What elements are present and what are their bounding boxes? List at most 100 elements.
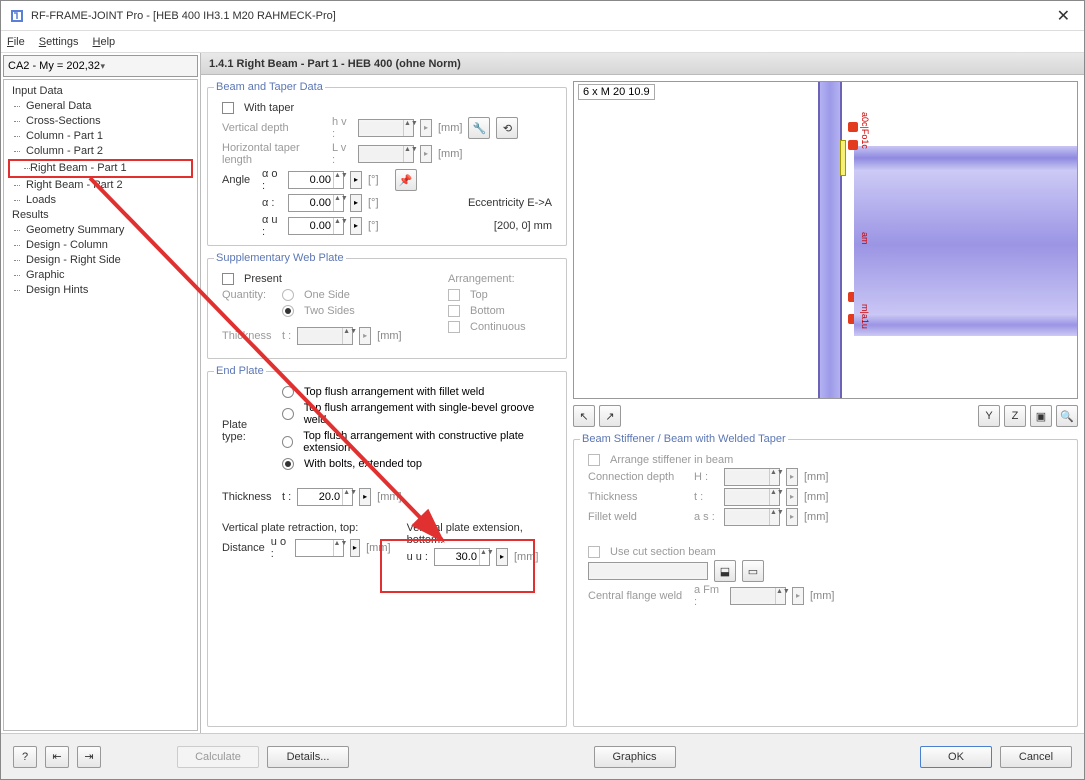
pick-section-button[interactable]: 🔧 xyxy=(468,117,490,139)
view-xy-button[interactable]: ↖ xyxy=(573,405,595,427)
page-title: 1.4.1 Right Beam - Part 1 - HEB 400 (ohn… xyxy=(201,53,1084,75)
nav-tree: Input Data General Data Cross-Sections C… xyxy=(3,79,198,731)
menu-file[interactable]: File xyxy=(7,36,25,48)
angle-label: Angle xyxy=(222,174,256,186)
plate-opt4-radio[interactable] xyxy=(282,458,294,470)
tree-input-data[interactable]: Input Data xyxy=(4,84,197,99)
load-case-dropdown[interactable]: CA2 - My = 202,32 ▾ xyxy=(3,55,198,77)
ep-thickness-input[interactable]: ▲▼ xyxy=(297,488,353,506)
app-icon xyxy=(9,8,25,24)
tree-results[interactable]: Results xyxy=(4,208,197,223)
browse-section-button[interactable]: ⬓ xyxy=(714,560,736,582)
plate-opt1-radio[interactable] xyxy=(282,386,294,398)
prev-button[interactable]: ⇤ xyxy=(45,746,69,768)
ok-button[interactable]: OK xyxy=(920,746,992,768)
vertical-depth-label: Vertical depth xyxy=(222,122,326,134)
tree-graphic[interactable]: Graphic xyxy=(4,268,197,283)
cancel-button[interactable]: Cancel xyxy=(1000,746,1072,768)
unit-deg: [°] xyxy=(368,197,379,209)
angle-au-input[interactable]: ▲▼ xyxy=(288,217,344,235)
conn-depth-label: Connection depth xyxy=(588,471,688,483)
tree-loads[interactable]: Loads xyxy=(4,193,197,208)
tree-design-hints[interactable]: Design Hints xyxy=(4,283,197,298)
unit-deg: [°] xyxy=(368,174,379,186)
show-symbols-button[interactable]: Y xyxy=(978,405,1000,427)
info-section-button[interactable]: ▭ xyxy=(742,560,764,582)
arrange-stiffener-checkbox[interactable] xyxy=(588,454,600,466)
dropdown-value: CA2 - My = 202,32 xyxy=(8,60,101,72)
step-btn[interactable]: ▸ xyxy=(350,217,362,235)
st-thickness-label: Thickness xyxy=(588,491,688,503)
help-button[interactable]: ? xyxy=(13,746,37,768)
unit-mm: [mm] xyxy=(804,511,828,523)
step-btn[interactable]: ▸ xyxy=(496,548,508,566)
3d-viewer[interactable]: 6 x M 20 10.9 xyxy=(573,81,1078,399)
tree-right-beam-part2[interactable]: Right Beam - Part 2 xyxy=(4,178,197,193)
tree-right-beam-part1[interactable]: Right Beam - Part 1 xyxy=(14,161,187,176)
ao-label: α o : xyxy=(262,168,282,192)
show-labels-button[interactable]: Z xyxy=(1004,405,1026,427)
reset-button[interactable]: ⟲ xyxy=(496,117,518,139)
top-checkbox xyxy=(448,289,460,301)
unit-mm: [mm] xyxy=(366,542,390,554)
step-btn[interactable]: ▸ xyxy=(350,539,361,557)
tree-general-data[interactable]: General Data xyxy=(4,99,197,114)
calculate-button: Calculate xyxy=(177,746,259,768)
tree-cross-sections[interactable]: Cross-Sections xyxy=(4,114,197,129)
a-label: α : xyxy=(262,197,282,209)
retraction-label: Vertical plate retraction, top: xyxy=(222,522,358,534)
stiffener-title: Beam Stiffener / Beam with Welded Taper xyxy=(580,433,788,445)
unit-mm: [mm] xyxy=(438,122,462,134)
continuous-label: Continuous xyxy=(470,321,526,333)
zoom-button[interactable]: 🔍 xyxy=(1056,405,1078,427)
angle-a-input[interactable]: ▲▼ xyxy=(288,194,344,212)
unit-mm: [mm] xyxy=(514,551,538,563)
unit-mm: [mm] xyxy=(804,471,828,483)
continuous-checkbox xyxy=(448,321,460,333)
step-btn: ▸ xyxy=(786,488,798,506)
tree-design-right[interactable]: Design - Right Side xyxy=(4,253,197,268)
step-btn: ▸ xyxy=(420,119,432,137)
graphics-button[interactable]: Graphics xyxy=(594,746,676,768)
fillet-label: Fillet weld xyxy=(588,511,688,523)
stiffener-panel: Beam Stiffener / Beam with Welded Taper … xyxy=(573,433,1078,727)
ep-t-label: t : xyxy=(282,491,291,503)
use-cut-checkbox[interactable] xyxy=(588,546,600,558)
present-label: Present xyxy=(244,273,282,285)
isometric-button[interactable]: ▣ xyxy=(1030,405,1052,427)
menu-settings[interactable]: Settings xyxy=(39,36,79,48)
central-flange-label: Central flange weld xyxy=(588,590,688,602)
sidebar: CA2 - My = 202,32 ▾ Input Data General D… xyxy=(1,53,201,733)
next-button[interactable]: ⇥ xyxy=(77,746,101,768)
plate-opt2-radio[interactable] xyxy=(282,408,294,420)
t-label: t : xyxy=(282,330,291,342)
tree-design-column[interactable]: Design - Column xyxy=(4,238,197,253)
vertical-depth-input: ▲▼ xyxy=(358,119,414,137)
menu-help[interactable]: Help xyxy=(93,36,116,48)
close-button[interactable]: ✕ xyxy=(1051,6,1076,26)
unit-mm: [mm] xyxy=(377,330,401,342)
tree-column-part1[interactable]: Column - Part 1 xyxy=(4,129,197,144)
uo-input[interactable]: ▲▼ xyxy=(295,539,343,557)
step-btn[interactable]: ▸ xyxy=(350,194,362,212)
plate-opt3-radio[interactable] xyxy=(282,436,293,448)
angle-ao-input[interactable]: ▲▼ xyxy=(288,171,344,189)
view-xz-button[interactable]: ↗ xyxy=(599,405,621,427)
uu-input[interactable]: ▲▼ xyxy=(434,548,490,566)
step-btn: ▸ xyxy=(786,508,798,526)
tree-geometry-summary[interactable]: Geometry Summary xyxy=(4,223,197,238)
pin-icon[interactable]: 📌 xyxy=(395,169,417,191)
details-button[interactable]: Details... xyxy=(267,746,349,768)
viewer-toolbar: ↖ ↗ Y Z ▣ 🔍 xyxy=(573,405,1078,427)
unit-mm: [mm] xyxy=(804,491,828,503)
step-btn[interactable]: ▸ xyxy=(350,171,362,189)
lv-label: L v : xyxy=(332,142,352,166)
step-btn[interactable]: ▸ xyxy=(359,488,371,506)
web-thickness-input: ▲▼ xyxy=(297,327,353,345)
main: 1.4.1 Right Beam - Part 1 - HEB 400 (ohn… xyxy=(201,53,1084,733)
present-checkbox[interactable] xyxy=(222,273,234,285)
with-taper-checkbox[interactable] xyxy=(222,102,234,114)
tree-column-part2[interactable]: Column - Part 2 xyxy=(4,144,197,159)
extension-label: Vertical plate extension, bottom: xyxy=(407,522,552,546)
plate-opt4-label: With bolts, extended top xyxy=(304,458,422,470)
